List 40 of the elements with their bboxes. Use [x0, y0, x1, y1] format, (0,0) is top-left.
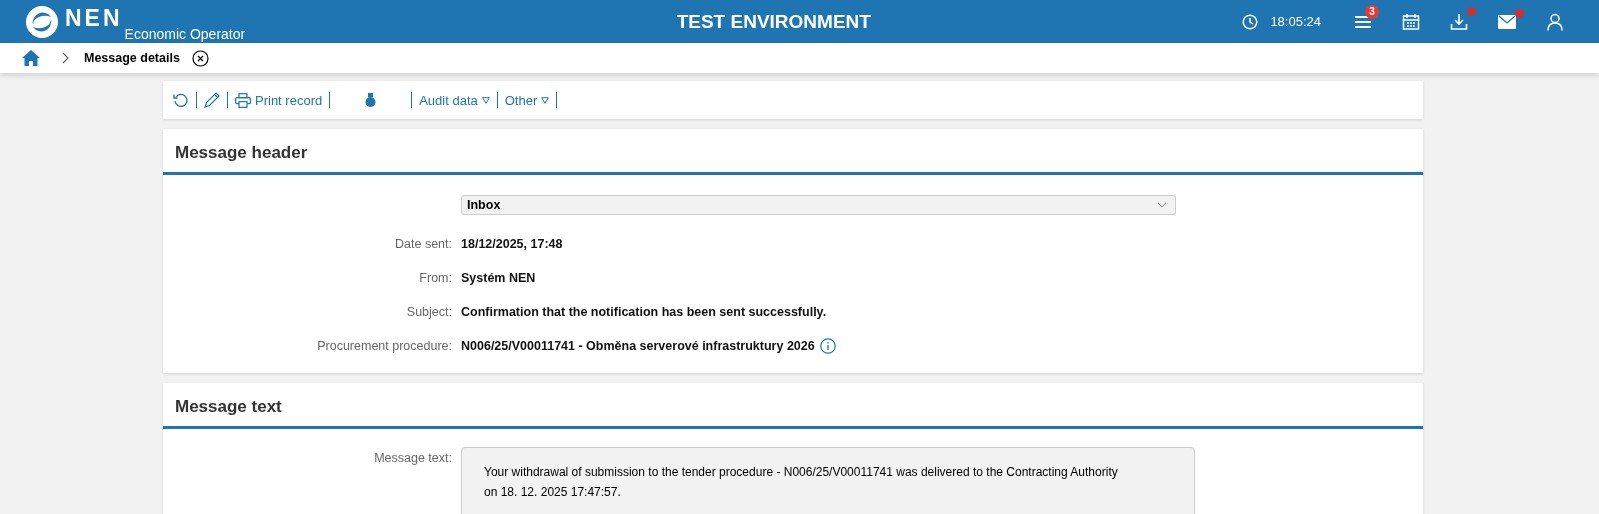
field-value: Confirmation that the notification has been sent successfully. — [461, 305, 827, 319]
home-icon[interactable] — [22, 50, 40, 66]
breadcrumb-current: Message details — [84, 51, 180, 65]
logo-icon — [25, 4, 59, 39]
chevron-right-icon — [62, 52, 70, 64]
close-icon[interactable] — [191, 49, 209, 67]
info-icon[interactable] — [819, 338, 836, 354]
medal-icon[interactable] — [365, 93, 377, 107]
field-value: N006/25/V00011741 - Obměna serverové infrastruktury 2026 — [461, 339, 815, 353]
section-title: Message header — [163, 129, 1423, 175]
section-title: Message text — [163, 383, 1423, 429]
app-subtitle: Economic Operator — [124, 26, 246, 42]
pencil-icon[interactable] — [204, 92, 220, 108]
user-icon[interactable] — [1546, 12, 1564, 31]
logo-text: NEN — [65, 5, 123, 32]
message-text-box: Your withdrawal of submission to the tender procedure - N006/25/V00011741 was delivered to the Contracting Authority on 18. 12. 2025 17:47:57. — [461, 447, 1195, 514]
print-record-button[interactable]: Print record — [235, 92, 323, 108]
field-label: Procurement procedure: — [316, 339, 453, 353]
clock-time: 18:05:24 — [1270, 14, 1321, 29]
field-label: Subject: — [405, 305, 453, 319]
notification-count: 3 — [1365, 4, 1379, 19]
field-label: From: — [418, 271, 453, 285]
download-tray-icon[interactable] — [1450, 12, 1468, 31]
calendar-icon[interactable] — [1402, 12, 1420, 31]
dropdown-menu-button[interactable]: Other — [504, 92, 550, 108]
clock-icon — [1242, 13, 1259, 30]
environment-title: TEST ENVIRONMENT — [675, 10, 872, 33]
printer-icon — [235, 92, 251, 108]
field-label: Date sent: — [394, 237, 453, 251]
refresh-icon[interactable] — [173, 92, 189, 108]
folder-select[interactable]: Inbox — [461, 195, 1176, 215]
mail-icon[interactable] — [1498, 14, 1516, 29]
menu-icon[interactable] — [1354, 13, 1372, 30]
field-label: Message text: — [373, 450, 453, 465]
chevron-down-icon — [1157, 202, 1167, 208]
field-value: 18/12/2025, 17:48 — [461, 237, 563, 251]
triangle-down-icon — [481, 96, 490, 104]
triangle-down-icon — [541, 96, 550, 104]
field-value: Systém NEN — [461, 271, 536, 285]
dropdown-menu-button[interactable]: Audit data — [419, 92, 490, 108]
